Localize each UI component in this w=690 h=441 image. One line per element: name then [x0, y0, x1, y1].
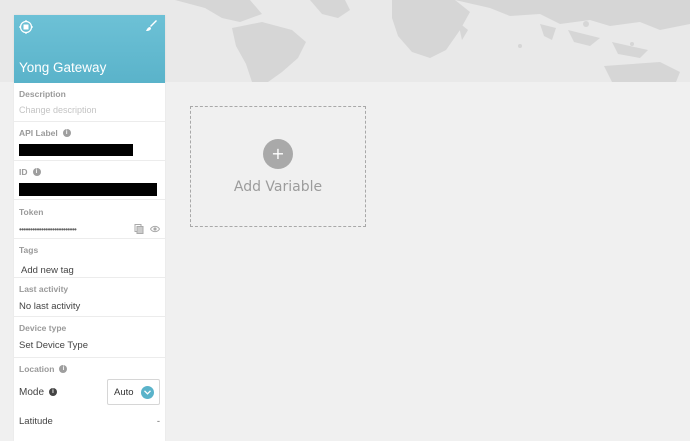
plus-icon: + — [263, 139, 293, 169]
add-tag-input[interactable] — [19, 265, 151, 276]
copy-icon[interactable] — [134, 224, 144, 234]
last-activity-value: No last activity — [19, 301, 81, 312]
latitude-row: Latitude - — [19, 416, 160, 427]
add-variable-card[interactable]: + Add Variable — [190, 106, 366, 227]
info-icon[interactable]: i — [49, 388, 58, 396]
mode-label: Mode — [19, 386, 45, 398]
device-name[interactable]: Yong Gateway — [19, 60, 106, 75]
device-type-field: Device type Set Device Type — [14, 317, 165, 358]
last-activity-field: Last activity No last activity — [14, 278, 165, 317]
api-label-label: API Label — [19, 128, 58, 138]
tags-field: Tags — [14, 239, 165, 278]
location-field: Location i Mode i Auto Latitude - — [14, 358, 165, 427]
mode-select[interactable]: Auto — [107, 379, 160, 405]
latitude-label: Latitude — [19, 416, 53, 427]
token-value: •••••••••••••••••••••••••• — [19, 224, 77, 234]
mode-row: Mode i Auto — [19, 378, 160, 406]
last-activity-label: Last activity — [19, 284, 69, 294]
id-field: ID i — [14, 161, 165, 200]
token-field: Token •••••••••••••••••••••••••• — [14, 200, 165, 239]
id-value-redacted[interactable] — [19, 183, 157, 196]
info-icon[interactable]: i — [59, 365, 68, 373]
mode-select-value: Auto — [114, 386, 134, 398]
device-sidebar: Yong Gateway Description API Label i ID … — [14, 15, 165, 441]
id-label: ID — [19, 167, 28, 177]
description-field: Description — [14, 83, 165, 122]
api-label-field: API Label i — [14, 122, 165, 161]
eye-icon[interactable] — [150, 224, 160, 234]
device-type-label: Device type — [19, 323, 67, 333]
latitude-value[interactable]: - — [157, 416, 160, 427]
add-variable-label: Add Variable — [233, 179, 323, 195]
description-input[interactable] — [19, 105, 159, 115]
info-icon[interactable]: i — [32, 168, 41, 176]
tags-label: Tags — [19, 245, 39, 255]
device-header: Yong Gateway — [14, 15, 165, 83]
device-chip-icon — [19, 20, 33, 34]
description-label: Description — [19, 89, 66, 99]
api-label-value-redacted[interactable] — [19, 144, 133, 156]
paint-brush-icon[interactable] — [146, 20, 158, 32]
chevron-down-icon — [141, 385, 154, 399]
set-device-type-link[interactable]: Set Device Type — [19, 340, 160, 351]
info-icon[interactable]: i — [62, 129, 71, 137]
location-label: Location — [19, 364, 55, 374]
token-label: Token — [19, 207, 44, 217]
